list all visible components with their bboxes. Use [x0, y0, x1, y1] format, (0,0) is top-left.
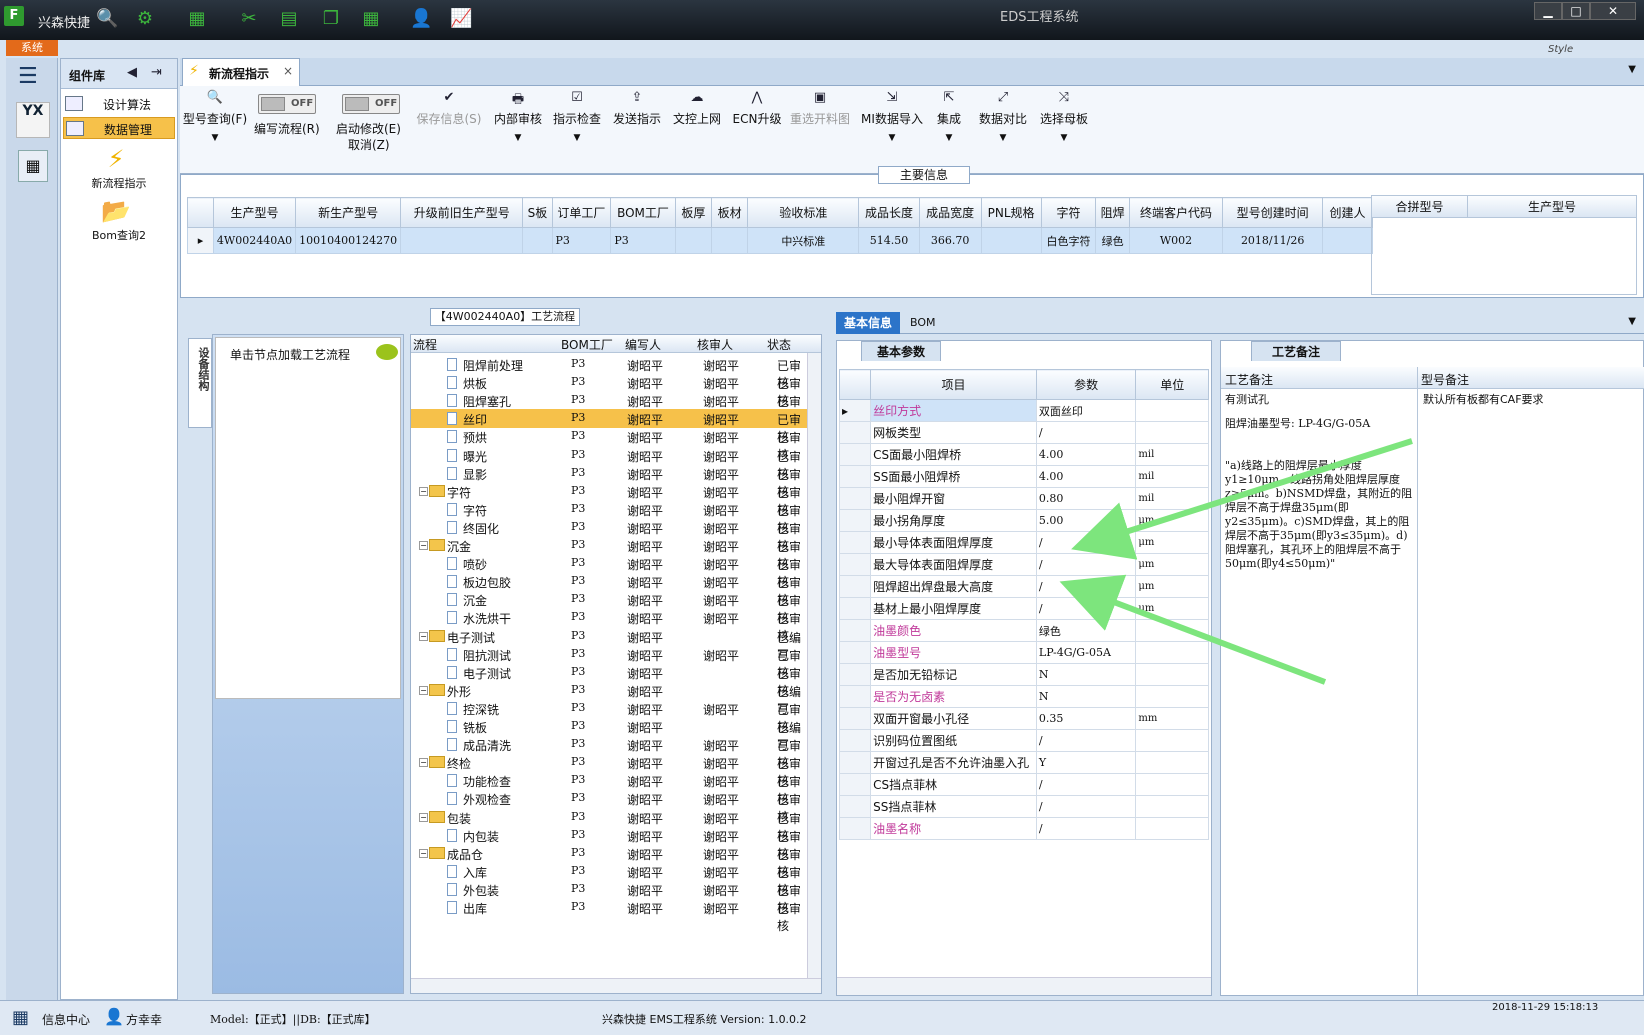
arrow-2 — [1059, 574, 1327, 685]
annotation-arrows — [1059, 438, 1413, 685]
arrow-1 — [1071, 438, 1413, 560]
